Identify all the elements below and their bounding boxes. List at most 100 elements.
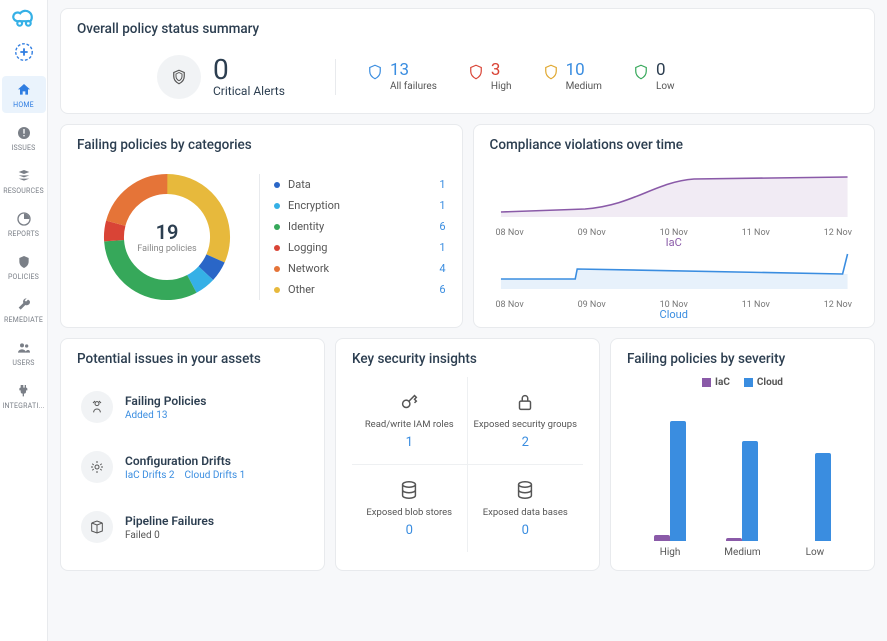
sidebar: HOME ISSUES RESOURCES REPORTS POLICIES R… [0, 0, 48, 641]
metric-all-failures: 13 All failures [366, 62, 437, 92]
metric-critical: 0 Critical Alerts [157, 55, 285, 99]
metric-medium: 10 Medium [542, 62, 602, 92]
donut-center-label: Failing policies [137, 244, 196, 254]
severity-bar-iac [654, 535, 670, 541]
sidebar-item-integrations[interactable]: INTEGRATI... [2, 377, 46, 414]
legend-dot-icon [274, 224, 280, 230]
severity-group: Medium [724, 401, 760, 558]
legend-name: Network [288, 262, 439, 275]
issue-sub: Added 13 [125, 410, 206, 421]
legend-value: 1 [439, 241, 445, 254]
severity-chart: High Medium Low [627, 388, 858, 558]
issue-title: Configuration Drifts [125, 454, 255, 468]
legend-row[interactable]: Identity 6 [274, 216, 446, 237]
insight-cell[interactable]: Exposed data bases 0 [468, 465, 584, 552]
legend-dot-icon [274, 287, 280, 293]
shield-icon [157, 55, 201, 99]
issue-sub-link[interactable]: IaC Drifts 2 [125, 470, 175, 481]
potential-title: Potential issues in your assets [77, 351, 308, 367]
issue-sub-link[interactable]: Added 13 [125, 410, 167, 421]
x-tick: 11 Nov [742, 300, 770, 310]
issue-row[interactable]: Pipeline Failures Failed 0 [77, 497, 308, 557]
severity-label: Medium [724, 547, 760, 558]
sidebar-item-label: ISSUES [11, 144, 35, 152]
donut-center-value: 19 [156, 220, 179, 244]
insight-name: Exposed security groups [474, 419, 578, 431]
severity-label: Low [806, 547, 825, 558]
legend-row[interactable]: Data 1 [274, 174, 446, 195]
sidebar-item-home[interactable]: HOME [2, 76, 46, 113]
card-failing-severity: Failing policies by severity IaC Cloud H… [610, 338, 875, 571]
failing-cat-title: Failing policies by categories [77, 137, 446, 153]
card-key-insights: Key security insights Read/write IAM rol… [335, 338, 600, 571]
legend-value: 1 [439, 178, 445, 191]
sidebar-item-label: REPORTS [8, 230, 39, 238]
legend-name: Identity [288, 220, 439, 233]
divider [335, 59, 336, 95]
high-label: High [491, 81, 512, 92]
issue-row[interactable]: Failing Policies Added 13 [77, 377, 308, 437]
sidebar-item-issues[interactable]: ISSUES [2, 119, 46, 156]
legend-row[interactable]: Encryption 1 [274, 195, 446, 216]
issue-sub-link[interactable]: Cloud Drifts 1 [185, 470, 246, 481]
sidebar-item-label: INTEGRATI... [2, 402, 44, 410]
main-content: Overall policy status summary 0 Critical… [48, 0, 887, 641]
severity-bar-cloud [670, 421, 686, 541]
sidebar-item-label: RESOURCES [3, 187, 44, 195]
issue-type-icon [81, 511, 113, 543]
legend-value: 6 [439, 283, 445, 296]
legend-row[interactable]: Network 4 [274, 258, 446, 279]
issue-sub: IaC Drifts 2 Cloud Drifts 1 [125, 470, 255, 481]
low-value: 0 [656, 62, 675, 79]
insight-value: 1 [406, 435, 413, 450]
legend-row[interactable]: Logging 1 [274, 237, 446, 258]
low-label: Low [656, 81, 675, 92]
card-failing-categories: Failing policies by categories 19 Failin… [60, 124, 463, 328]
critical-value: 0 [213, 56, 285, 84]
insight-cell[interactable]: Exposed blob stores 0 [352, 465, 468, 552]
x-tick: 09 Nov [578, 300, 606, 310]
issue-sub-link: Failed 0 [125, 530, 160, 541]
issue-sub: Failed 0 [125, 530, 214, 541]
insight-cell[interactable]: Read/write IAM roles 1 [352, 377, 468, 465]
insight-value: 0 [406, 523, 413, 538]
legend-name: Encryption [288, 199, 439, 212]
issue-row[interactable]: Configuration Drifts IaC Drifts 2 Cloud D… [77, 437, 308, 497]
x-tick: 11 Nov [742, 228, 770, 238]
issue-title: Failing Policies [125, 394, 206, 408]
card-compliance: Compliance violations over time 08 Nov09… [473, 124, 876, 328]
severity-group: High [654, 401, 686, 558]
severity-title: Failing policies by severity [627, 351, 858, 367]
insight-cell[interactable]: Exposed security groups 2 [468, 377, 584, 465]
severity-bar-cloud [815, 453, 831, 541]
insight-value: 2 [522, 435, 529, 450]
metric-high: 3 High [467, 62, 512, 92]
x-tick: 09 Nov [578, 228, 606, 238]
legend-dot-icon [274, 245, 280, 251]
legend-row[interactable]: Other 6 [274, 279, 446, 300]
legend-dot-icon [274, 266, 280, 272]
severity-label: High [660, 547, 681, 558]
insight-value: 0 [522, 523, 529, 538]
sidebar-item-policies[interactable]: POLICIES [2, 248, 46, 285]
summary-title: Overall policy status summary [77, 21, 858, 37]
issue-title: Pipeline Failures [125, 514, 214, 528]
legend-dot-icon [274, 182, 280, 188]
legend-iac: IaC [715, 377, 730, 388]
sidebar-item-reports[interactable]: REPORTS [2, 205, 46, 242]
severity-bar-cloud [742, 441, 758, 541]
sidebar-item-remediate[interactable]: REMEDIATE [2, 291, 46, 328]
sidebar-item-users[interactable]: USERS [2, 334, 46, 371]
x-tick: 12 Nov [824, 228, 852, 238]
card-potential-issues: Potential issues in your assets Failing … [60, 338, 325, 571]
severity-group: Low [799, 401, 831, 558]
add-icon[interactable] [10, 38, 38, 66]
insight-name: Exposed data bases [483, 507, 568, 519]
compliance-title: Compliance violations over time [490, 137, 859, 153]
sidebar-item-label: REMEDIATE [4, 316, 43, 324]
medium-label: Medium [566, 81, 602, 92]
cloud-chart: 08 Nov09 Nov10 Nov11 Nov12 Nov Cloud [496, 239, 853, 311]
insight-name: Read/write IAM roles [365, 419, 454, 431]
sidebar-item-resources[interactable]: RESOURCES [2, 162, 46, 199]
legend-name: Logging [288, 241, 439, 254]
